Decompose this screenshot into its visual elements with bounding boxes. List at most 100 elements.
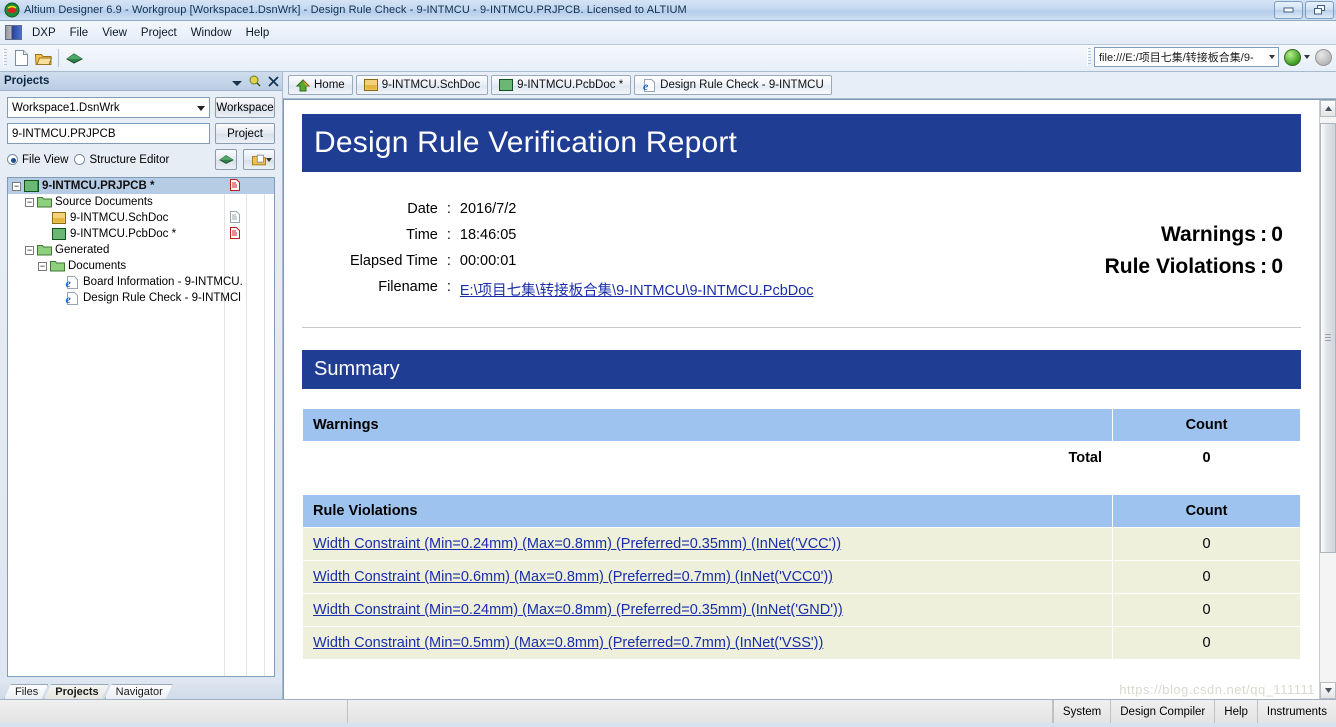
status-button-help[interactable]: Help xyxy=(1214,700,1257,723)
meta-colon: : xyxy=(446,279,451,295)
tree-item-label: 9-INTMCU.SchDoc xyxy=(70,212,169,224)
warnings-count-summary: Warnings : 0 xyxy=(1161,223,1283,246)
minimize-button[interactable] xyxy=(1274,1,1303,19)
chevron-down-icon[interactable] xyxy=(197,106,205,111)
project-button[interactable]: Project xyxy=(215,123,275,144)
back-history-chevron-down-icon[interactable] xyxy=(1304,55,1310,59)
tree-item[interactable]: − 9-INTMCU.PRJPCB * xyxy=(8,178,274,194)
open-folder-icon[interactable] xyxy=(32,48,54,69)
tree-expander[interactable]: − xyxy=(38,261,47,271)
tree-item[interactable]: 9-INTMCU.SchDoc xyxy=(8,210,274,226)
violation-count-cell: 0 xyxy=(1112,626,1301,660)
tree-item[interactable]: − Documents xyxy=(8,258,274,274)
restore-button[interactable] xyxy=(1305,1,1334,19)
tab-home-label: Home xyxy=(314,79,345,91)
meta-row-elapsed-time: Elapsed Time : 00:00:01 xyxy=(350,248,814,274)
meta-value-elapsed-time: 00:00:01 xyxy=(459,253,517,269)
workspace-button[interactable]: Workspace xyxy=(215,97,275,118)
pcb-view-icon[interactable] xyxy=(215,149,237,170)
address-input-value: file:///E:/项目七集/转接板合集/9- xyxy=(1099,52,1254,64)
html-doc-icon: e xyxy=(65,275,80,290)
warnings-table-total-row: Total 0 xyxy=(302,441,1301,475)
tree-item-label: Design Rule Check - 9-INTMCl xyxy=(83,292,241,304)
pcb-board-icon[interactable] xyxy=(63,48,85,69)
document-viewport: Design Rule Verification Report Date : 2… xyxy=(283,99,1336,699)
tree-expander[interactable]: − xyxy=(25,245,34,255)
panel-bottom-tabs: Files Projects Navigator xyxy=(0,682,282,699)
violation-label-cell: Width Constraint (Min=0.24mm) (Max=0.8mm… xyxy=(302,593,1113,627)
toolbar-separator xyxy=(58,49,59,67)
meta-row-filename: Filename : E:\项目七集\转接板合集\9-INTMCU\9-INTM… xyxy=(350,274,814,305)
address-toolbar-grip[interactable] xyxy=(1087,48,1091,66)
tab-pcbdoc-label: 9-INTMCU.PcbDoc * xyxy=(517,79,624,91)
panel-tab-projects[interactable]: Projects xyxy=(44,684,108,699)
project-field[interactable]: 9-INTMCU.PRJPCB xyxy=(7,123,210,144)
project-tree[interactable]: −9-INTMCU.PRJPCB * − Source Documents 9-INT… xyxy=(7,177,275,677)
radio-structure-editor[interactable]: Structure Editor xyxy=(74,154,169,166)
tree-item[interactable]: e Design Rule Check - 9-INTMCl xyxy=(8,290,274,306)
new-document-icon[interactable] xyxy=(10,48,32,69)
tab-schdoc[interactable]: 9-INTMCU.SchDoc xyxy=(355,75,489,95)
tree-item[interactable]: − Source Documents xyxy=(8,194,274,210)
menu-item-help[interactable]: Help xyxy=(239,25,277,41)
tree-item[interactable]: e Board Information - 9-INTMCU. xyxy=(8,274,274,290)
tab-design-rule-check-label: Design Rule Check - 9-INTMCU xyxy=(660,79,824,91)
scroll-up-button[interactable] xyxy=(1320,100,1336,117)
status-button-instruments[interactable]: Instruments xyxy=(1256,700,1336,723)
chevron-down-icon[interactable] xyxy=(232,80,242,86)
navigate-forward-icon[interactable] xyxy=(1315,48,1332,66)
radio-file-view[interactable]: File View xyxy=(7,154,68,166)
altium-icon xyxy=(4,2,20,18)
scroll-down-button[interactable] xyxy=(1320,682,1336,699)
projects-panel-title: Projects xyxy=(4,75,50,87)
close-icon[interactable] xyxy=(268,74,279,92)
chevron-down-icon[interactable] xyxy=(1269,55,1275,59)
workspace-combo[interactable]: Workspace1.DsnWrk xyxy=(7,97,210,118)
scrollbar-track[interactable] xyxy=(1320,117,1336,682)
svg-text:e: e xyxy=(66,276,72,289)
chevron-down-icon[interactable] xyxy=(266,158,272,162)
violation-rule-link[interactable]: Width Constraint (Min=0.5mm) (Max=0.8mm)… xyxy=(313,635,823,651)
panel-tab-files[interactable]: Files xyxy=(4,684,48,699)
violation-rule-link[interactable]: Width Constraint (Min=0.24mm) (Max=0.8mm… xyxy=(313,536,841,552)
menu-item-project[interactable]: Project xyxy=(134,25,184,41)
navigate-back-icon[interactable] xyxy=(1284,48,1301,66)
status-button-design-compiler[interactable]: Design Compiler xyxy=(1110,700,1214,723)
violation-rule-link[interactable]: Width Constraint (Min=0.24mm) (Max=0.8mm… xyxy=(313,602,843,618)
tab-design-rule-check[interactable]: e Design Rule Check - 9-INTMCU xyxy=(634,75,832,95)
pin-icon[interactable] xyxy=(249,74,261,92)
tab-pcbdoc[interactable]: 9-INTMCU.PcbDoc * xyxy=(491,75,632,95)
tab-home[interactable]: Home xyxy=(288,75,353,95)
menu-item-file[interactable]: File xyxy=(63,25,96,41)
tree-item-label: Source Documents xyxy=(55,196,153,208)
menu-item-window[interactable]: Window xyxy=(184,25,239,41)
menu-item-dxp[interactable]: DXP xyxy=(25,25,63,41)
status-button-system[interactable]: System xyxy=(1052,700,1110,723)
violation-count-cell: 0 xyxy=(1112,527,1301,561)
violations-table-header-count: Count xyxy=(1112,494,1301,528)
tree-item[interactable]: − Generated xyxy=(8,242,274,258)
radio-dot-structure-editor xyxy=(74,154,86,165)
tree-expander[interactable]: − xyxy=(12,181,21,191)
scrollbar-thumb[interactable] xyxy=(1320,123,1336,553)
status-cell-left xyxy=(0,700,348,723)
report-meta-table: Date : 2016/7/2 Time : 18:46:05 Elapsed … xyxy=(350,196,814,305)
project-options-icon[interactable] xyxy=(243,149,275,170)
pcb-doc-icon xyxy=(52,227,67,241)
menu-item-view[interactable]: View xyxy=(95,25,134,41)
tree-expander[interactable]: − xyxy=(25,197,34,207)
pcb-project-icon xyxy=(24,179,39,193)
vertical-scrollbar[interactable] xyxy=(1319,100,1336,699)
warnings-total-label: Total xyxy=(302,441,1113,475)
meta-value-date: 2016/7/2 xyxy=(459,201,517,217)
summary-section-banner: Summary xyxy=(302,350,1301,389)
meta-colon: : xyxy=(446,201,451,217)
panel-tab-navigator[interactable]: Navigator xyxy=(105,684,173,699)
window-title-bar: Altium Designer 6.9 - Workgroup [Workspa… xyxy=(0,0,1336,21)
violation-rule-link[interactable]: Width Constraint (Min=0.6mm) (Max=0.8mm)… xyxy=(313,569,833,585)
filename-link[interactable]: E:\项目七集\转接板合集\9-INTMCU\9-INTMCU.PcbDoc xyxy=(460,283,814,299)
projects-panel-header: Projects xyxy=(0,72,282,91)
toolbar-grip[interactable] xyxy=(3,49,7,67)
tree-item[interactable]: 9-INTMCU.PcbDoc * xyxy=(8,226,274,242)
address-input[interactable]: file:///E:/项目七集/转接板合集/9- xyxy=(1094,47,1279,67)
